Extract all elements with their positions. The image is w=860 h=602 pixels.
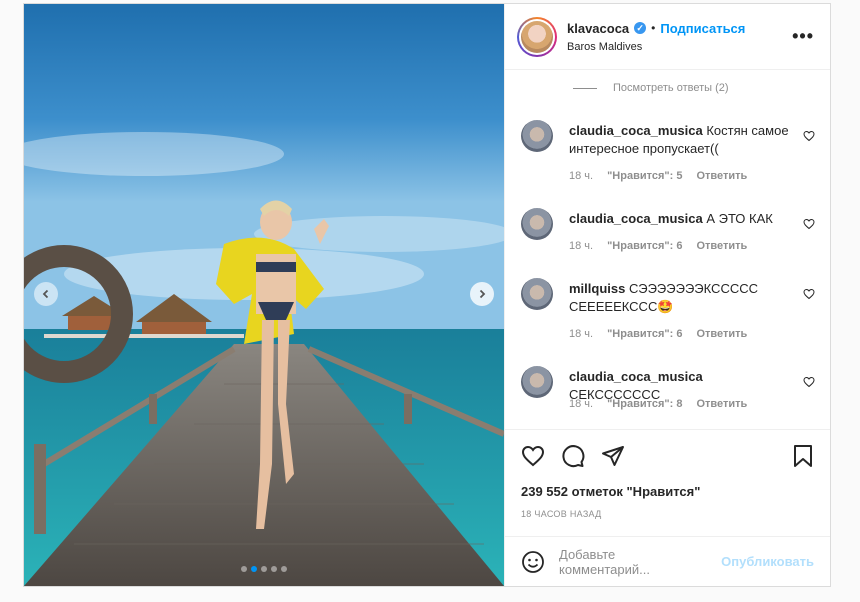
chevron-right-icon xyxy=(479,289,486,299)
paper-plane-icon[interactable] xyxy=(601,444,625,468)
commenter-username[interactable]: claudia_coca_musica xyxy=(569,123,703,138)
smiley-icon[interactable] xyxy=(521,550,545,574)
comment-time[interactable]: 18 ч. xyxy=(569,398,593,410)
comment-likes[interactable]: "Нравится": 8 xyxy=(607,398,682,410)
author-avatar[interactable] xyxy=(517,16,557,57)
comment-like-icon[interactable] xyxy=(803,130,815,142)
verified-badge-icon: ✓ xyxy=(634,22,647,34)
bookmark-icon[interactable] xyxy=(792,444,814,468)
beach-photo xyxy=(24,4,504,586)
commenter-username[interactable]: millquiss xyxy=(569,281,625,296)
comment-input[interactable]: Добавьте комментарий... xyxy=(559,547,707,577)
comment-time[interactable]: 18 ч. xyxy=(569,170,593,182)
carousel-dot xyxy=(261,566,267,572)
commenter-avatar[interactable] xyxy=(521,120,553,152)
post-media[interactable] xyxy=(24,4,504,586)
view-replies-label: Посмотреть ответы (2) xyxy=(613,82,729,94)
commenter-avatar[interactable] xyxy=(521,366,553,398)
comment-like-icon[interactable] xyxy=(803,376,815,388)
replies-divider xyxy=(573,87,597,89)
likes-count[interactable]: 239 552 отметок "Нравится" xyxy=(521,484,814,499)
author-username[interactable]: klavacoca xyxy=(567,21,629,36)
post-timestamp: 18 ЧАСОВ НАЗАД xyxy=(521,509,602,519)
reply-button[interactable]: Ответить xyxy=(696,240,747,252)
carousel-dot xyxy=(271,566,277,572)
carousel-dot xyxy=(281,566,287,572)
prev-slide-button[interactable] xyxy=(34,282,58,306)
avatar-image xyxy=(521,20,553,53)
chevron-left-icon xyxy=(42,289,49,299)
instagram-post: klavacoca ✓ • Подписаться Baros Maldives… xyxy=(23,3,831,587)
heart-icon[interactable] xyxy=(521,444,545,468)
commenter-username[interactable]: claudia_coca_musica xyxy=(569,369,703,384)
reply-button[interactable]: Ответить xyxy=(696,398,747,410)
comment-bubble-icon[interactable] xyxy=(561,444,585,468)
comment-likes[interactable]: "Нравится": 6 xyxy=(607,240,682,252)
commenter-avatar[interactable] xyxy=(521,208,553,240)
comment-time[interactable]: 18 ч. xyxy=(569,328,593,340)
separator-dot: • xyxy=(651,21,656,35)
next-slide-button[interactable] xyxy=(470,282,494,306)
more-options-icon[interactable]: ••• xyxy=(792,26,814,47)
comment-like-icon[interactable] xyxy=(803,288,815,300)
reply-button[interactable]: Ответить xyxy=(696,328,747,340)
carousel-indicator xyxy=(24,566,504,572)
location-link[interactable]: Baros Maldives xyxy=(567,41,792,53)
publish-button[interactable]: Опубликовать xyxy=(721,554,814,569)
comment-like-icon[interactable] xyxy=(803,218,815,230)
view-replies-button[interactable]: Посмотреть ответы (2) xyxy=(573,82,729,94)
carousel-dot xyxy=(251,566,257,572)
post-header: klavacoca ✓ • Подписаться Baros Maldives… xyxy=(505,4,830,70)
comment-likes[interactable]: "Нравится": 5 xyxy=(607,170,682,182)
comment-text: А ЭТО КАК xyxy=(706,211,773,226)
follow-button[interactable]: Подписаться xyxy=(660,21,745,36)
comment-time[interactable]: 18 ч. xyxy=(569,240,593,252)
reply-button[interactable]: Ответить xyxy=(696,170,747,182)
add-comment-bar: Добавьте комментарий... Опубликовать xyxy=(505,536,830,586)
commenter-avatar[interactable] xyxy=(521,278,553,310)
comment-likes[interactable]: "Нравится": 6 xyxy=(607,328,682,340)
carousel-dot xyxy=(241,566,247,572)
commenter-username[interactable]: claudia_coca_musica xyxy=(569,211,703,226)
post-actions: 239 552 отметок "Нравится" 18 ЧАСОВ НАЗА… xyxy=(505,429,830,519)
post-side-panel: klavacoca ✓ • Подписаться Baros Maldives… xyxy=(504,4,830,586)
